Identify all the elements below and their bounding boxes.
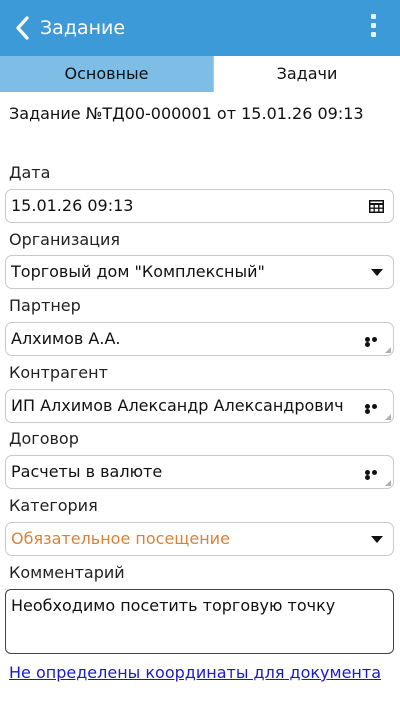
corner-indicator bbox=[385, 480, 391, 486]
page-title: Задание bbox=[40, 17, 126, 39]
coordinates-link[interactable]: Не определены координаты для документа bbox=[9, 662, 381, 684]
comment-label: Комментарий bbox=[9, 563, 125, 582]
date-value: 15.01.26 09:13 bbox=[11, 196, 134, 215]
more-horizontal-icon[interactable] bbox=[365, 404, 385, 414]
partner-label: Партнер bbox=[9, 296, 81, 315]
app-bar: Задание bbox=[0, 0, 400, 56]
organization-select[interactable]: Торговый дом "Комплексный" bbox=[5, 255, 394, 289]
corner-indicator bbox=[385, 414, 391, 420]
organization-label: Организация bbox=[9, 230, 121, 249]
contract-label: Договор bbox=[9, 429, 79, 448]
chevron-left-icon bbox=[16, 16, 29, 40]
document-title: Задание №ТД00-000001 от 15.01.26 09:13 bbox=[9, 104, 364, 123]
date-label: Дата bbox=[9, 163, 51, 182]
more-horizontal-icon[interactable] bbox=[365, 337, 385, 347]
dropdown-arrow-icon bbox=[371, 269, 383, 276]
counterparty-value: ИП Алхимов Александр Александрович bbox=[11, 396, 344, 415]
tab-bar: Основные Задачи bbox=[0, 56, 400, 92]
corner-indicator bbox=[385, 347, 391, 353]
comment-value: Необходимо посетить торговую точку bbox=[11, 596, 336, 615]
tab-tasks[interactable]: Задачи bbox=[213, 56, 400, 92]
contract-field[interactable]: Расчеты в валюте bbox=[5, 455, 394, 489]
dropdown-arrow-icon bbox=[371, 536, 383, 543]
overflow-menu-button[interactable] bbox=[370, 14, 378, 42]
category-value: Обязательное посещение bbox=[11, 529, 230, 548]
counterparty-label: Контрагент bbox=[9, 363, 108, 382]
partner-value: Алхимов А.А. bbox=[11, 329, 121, 348]
category-label: Категория bbox=[9, 496, 98, 515]
back-button[interactable] bbox=[12, 13, 36, 43]
contract-value: Расчеты в валюте bbox=[11, 462, 163, 481]
calendar-icon[interactable] bbox=[369, 200, 384, 213]
counterparty-field[interactable]: ИП Алхимов Александр Александрович bbox=[5, 389, 394, 423]
category-select[interactable]: Обязательное посещение bbox=[5, 522, 394, 556]
more-vertical-icon bbox=[371, 14, 376, 19]
comment-textarea[interactable]: Необходимо посетить торговую точку bbox=[5, 589, 394, 654]
date-field[interactable]: 15.01.26 09:13 bbox=[5, 189, 394, 223]
partner-field[interactable]: Алхимов А.А. bbox=[5, 322, 394, 356]
organization-value: Торговый дом "Комплексный" bbox=[11, 262, 265, 281]
more-horizontal-icon[interactable] bbox=[365, 470, 385, 480]
tab-main[interactable]: Основные bbox=[0, 56, 213, 92]
